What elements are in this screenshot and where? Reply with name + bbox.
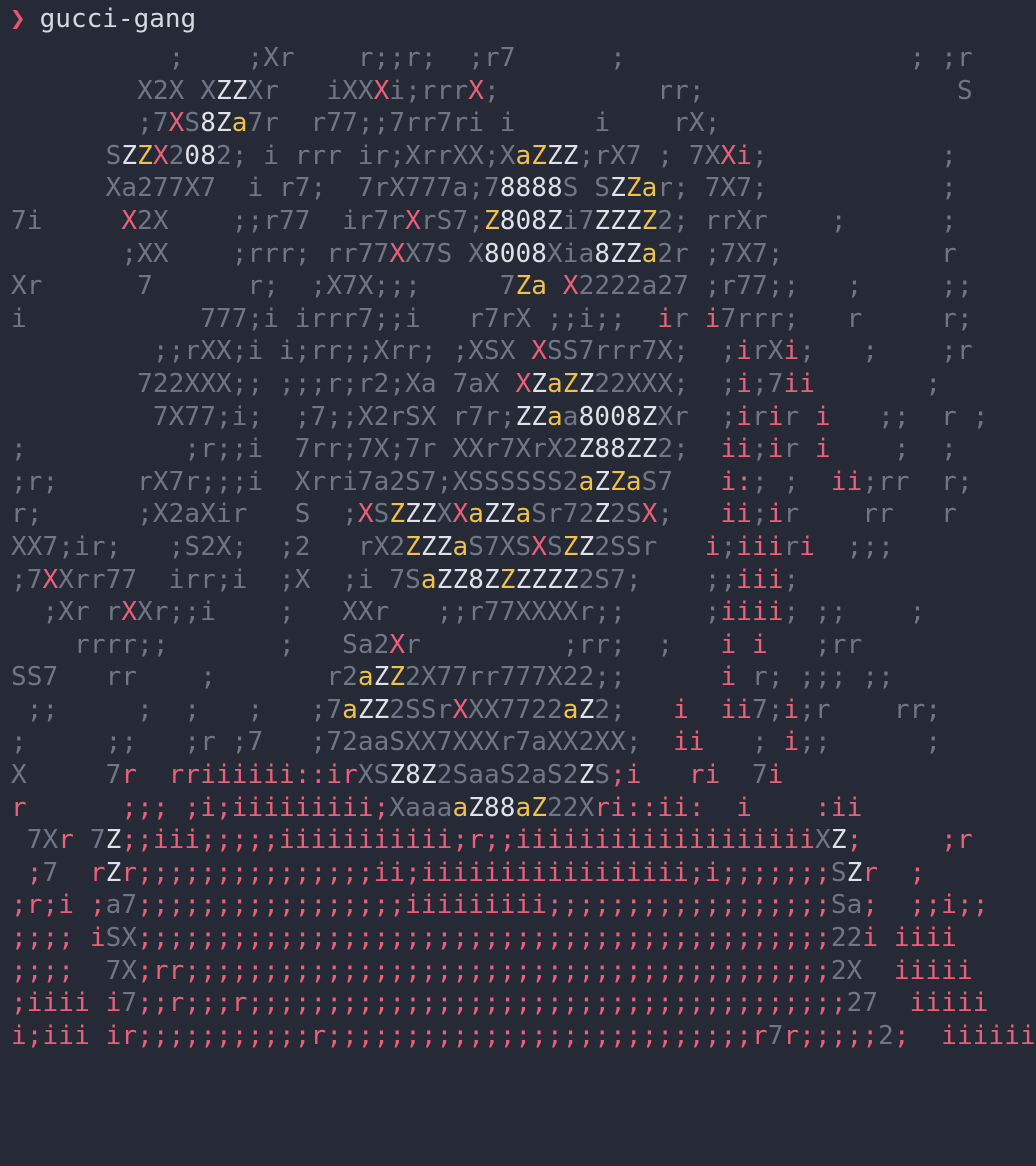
ascii-art-row: SS7 rr ; r2aZZ2X77rr777X22;; i r; ;;; ;; (11, 662, 894, 693)
ascii-art-row: ;iiii i7;;r;;;r;;;;;;;;;;;;;;;;;;;;;;;;;… (11, 988, 989, 1019)
ascii-art-row: ;7XS8Za7r r77;;7rr7ri i i rX; (137, 108, 721, 139)
ascii-art-row: X 7r rriiiiii::irXSZ8Z2SaaS2aS2ZS;i ri 7… (11, 760, 784, 791)
ascii-art-row: ;;;; iSX;;;;;;;;;;;;;;;;;;;;;;;;;;;;;;;;… (11, 923, 957, 954)
ascii-art-row: ; ;Xr r;;r; ;r7 ; ; ;r (168, 43, 973, 73)
ascii-art-row: r; ;X2aXir S ;XSZZZXXaZZaSr72Z2SX; ii;ir… (11, 499, 957, 530)
ascii-art-row: 722XXX;; ;;;r;r2;Xa 7aX XZaZZ22XXX; ;i;7… (137, 368, 942, 399)
ascii-art-row: SZZX2082; i rrr ir;XrrXX;XaZZZ;rX7 ; 7XX… (105, 140, 957, 171)
ascii-art-row: Xa277X7 i r7; 7rX777a;78888S SZZar; 7X7;… (105, 173, 957, 204)
ascii-art-row: ;r; rX7r;;;i Xrri7a2S7;XSSSSSS2aZZaS7 i:… (11, 466, 973, 497)
ascii-art-row: ; ;; ;r ;7 ;72aaSXX7XXXr7aXX2XX; ii ; i;… (11, 727, 942, 758)
terminal-window: ❯ gucci-gang ; ;Xr r;;r; ;r7 ; ; ;r X2X X… (0, 0, 1036, 1166)
ascii-art-row: ;;rXX;i i;rr;;Xrr; ;XSX XSS7rrr7X; ;irXi… (152, 336, 973, 367)
ascii-art-row: 7X77;i; ;7;;X2rSX r7r;ZZaa8008ZXr ;irir … (152, 401, 989, 432)
ascii-art-row: ;7 rZr;;;;;;;;;;;;;;;ii;iiiiiiiiiiiiiiii… (26, 857, 926, 888)
ascii-art-row: XX7;ir; ;S2X; ;2 rX2ZZZaS7XSXSZZ2SSr i;i… (11, 531, 894, 562)
ascii-art-row: X2X XZZXr iXXXi;rrrX; rr; S (137, 75, 973, 106)
ascii-art-row: i;iii ir;;;;;;;;;;;r;;;;;;;;;;;;;;;;;;;;… (11, 1020, 1036, 1051)
ascii-art-row: Xr 7 r; ;X7X;;; 7Za X2222a27 ;r77;; ; ;; (11, 271, 973, 302)
ascii-art-row: ;; ; ; ; ;7aZZ2SSrXXX7722aZ2; i ii7;i;r … (26, 694, 942, 725)
ascii-art-row: ;r;i ;a7;;;;;;;;;;;;;;;;;iiiiiiiii;;;;;;… (11, 890, 989, 921)
ascii-art-output: ; ;Xr r;;r; ;r7 ; ; ;r X2X XZZXr iXXXi;r… (11, 42, 1036, 1052)
ascii-art-row: 7Xr 7Z;;iii;;;;;iiiiiiiiiii;r;;iiiiiiiii… (26, 825, 973, 856)
ascii-art-row: ;7XXrr77 irr;i ;X ;i 7SaZZ8ZZZZZZ2S7; ;;… (11, 564, 800, 595)
ascii-art-row: ;;;; 7X;rr;;;;;;;;;;;;;;;;;;;;;;;;;;;;;;… (11, 955, 973, 986)
command-text: gucci-gang (39, 4, 197, 34)
ascii-art-row: ; ;r;;i 7rr;7X;7r XXr7XrX2Z88ZZ2; ii;ir … (11, 434, 957, 465)
ascii-art-row: 7i X2X ;;r77 ir7rXrS7;Z808Zi7ZZZZ2; rrXr… (11, 205, 957, 236)
ascii-art-row: ;Xr rXXr;;i ; XXr ;;r77XXXXr;; ;iiii; ;;… (42, 597, 926, 628)
ascii-art-row: r ;;; ;i;iiiiiiiii;XaaaaZ88aZ22Xri::ii: … (11, 792, 863, 823)
prompt-arrow-icon: ❯ (10, 4, 26, 34)
prompt-line: ❯ gucci-gang (10, 4, 196, 34)
ascii-art-row: ;XX ;rrr; rr77XX7S X8008Xia8ZZa2r ;7X7; … (121, 238, 957, 269)
ascii-art-row: rrrr;; ; Sa2Xr ;rr; ; i i ;rr (74, 629, 863, 660)
ascii-art-row: i 777;i irrr7;;i r7rX ;;i;; ir i7rrr; r … (11, 303, 973, 334)
